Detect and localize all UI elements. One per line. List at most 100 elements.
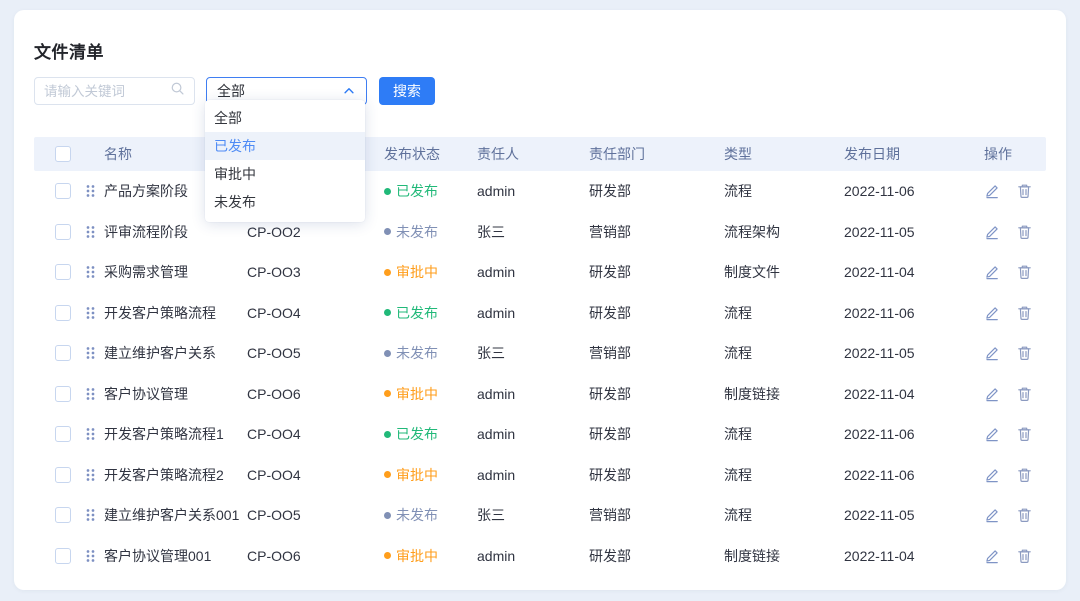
row-checkbox[interactable] [55,305,71,321]
drag-handle-icon[interactable] [74,386,104,402]
delete-button[interactable] [1017,467,1032,483]
delete-button[interactable] [1017,345,1032,361]
status-filter-value: 全部 [217,81,245,101]
drag-handle-icon[interactable] [74,426,104,442]
edit-icon [984,349,1000,364]
delete-button[interactable] [1017,224,1032,240]
table-row: 开发客户策略流程1 CP-OO4 已发布 admin 研发部 流程 2022-1… [34,414,1046,455]
edit-icon [984,471,1000,486]
delete-button[interactable] [1017,386,1032,402]
trash-icon [1017,390,1032,405]
row-checkbox[interactable] [55,345,71,361]
table-row: 建立维护客户关系 CP-OO5 未发布 张三 营销部 流程 2022-11-05 [34,333,1046,374]
drag-handle-icon[interactable] [74,345,104,361]
delete-button[interactable] [1017,264,1032,280]
dropdown-option[interactable]: 全部 [205,104,365,132]
cell-dept: 研发部 [589,303,724,323]
drag-handle-icon[interactable] [74,224,104,240]
edit-button[interactable] [984,386,1000,402]
cell-date: 2022-11-06 [844,426,984,442]
cell-code: CP-OO4 [247,305,384,321]
edit-button[interactable] [984,183,1000,199]
table-row: 采购需求管理 CP-OO3 审批中 admin 研发部 制度文件 2022-11… [34,252,1046,293]
trash-icon [1017,511,1032,526]
keyword-search-field[interactable] [34,77,195,105]
status-badge: 审批中 [384,465,477,485]
select-all-checkbox[interactable] [55,146,71,162]
cell-name: 开发客户策略流程 [104,303,247,323]
edit-icon [984,390,1000,405]
edit-button[interactable] [984,548,1000,564]
trash-icon [1017,430,1032,445]
drag-handle-icon[interactable] [74,183,104,199]
trash-icon [1017,187,1032,202]
search-button[interactable]: 搜索 [379,77,435,105]
delete-button[interactable] [1017,426,1032,442]
dropdown-option[interactable]: 已发布 [205,132,365,160]
edit-button[interactable] [984,345,1000,361]
table-row: 评审流程阶段 CP-OO2 未发布 张三 营销部 流程架构 2022-11-05 [34,212,1046,253]
trash-icon [1017,471,1032,486]
cell-dept: 营销部 [589,343,724,363]
cell-dept: 研发部 [589,465,724,485]
drag-handle-icon[interactable] [74,264,104,280]
drag-handle-icon[interactable] [74,548,104,564]
edit-button[interactable] [984,426,1000,442]
delete-button[interactable] [1017,548,1032,564]
cell-dept: 营销部 [589,505,724,525]
status-dot-icon [384,188,391,195]
row-checkbox[interactable] [55,183,71,199]
cell-person: 张三 [477,343,589,363]
cell-type: 制度文件 [724,262,844,282]
delete-button[interactable] [1017,305,1032,321]
table-row: 产品方案阶段 CP-OO1 已发布 admin 研发部 流程 2022-11-0… [34,171,1046,212]
status-dot-icon [384,269,391,276]
cell-date: 2022-11-06 [844,305,984,321]
cell-name: 客户协议管理001 [104,546,247,566]
dropdown-option[interactable]: 审批中 [205,160,365,188]
drag-handle-icon[interactable] [74,467,104,483]
search-input[interactable] [44,84,170,99]
row-checkbox[interactable] [55,548,71,564]
cell-person: admin [477,305,589,321]
edit-button[interactable] [984,264,1000,280]
cell-code: CP-OO5 [247,507,384,523]
edit-icon [984,228,1000,243]
edit-button[interactable] [984,507,1000,523]
trash-icon [1017,228,1032,243]
edit-button[interactable] [984,224,1000,240]
delete-button[interactable] [1017,183,1032,199]
cell-type: 流程 [724,505,844,525]
table-row: 开发客户策略流程2 CP-OO4 审批中 admin 研发部 流程 2022-1… [34,455,1046,496]
cell-dept: 研发部 [589,262,724,282]
row-checkbox[interactable] [55,507,71,523]
delete-button[interactable] [1017,507,1032,523]
cell-person: admin [477,386,589,402]
dropdown-option[interactable]: 未发布 [205,188,365,216]
edit-button[interactable] [984,305,1000,321]
cell-person: admin [477,467,589,483]
cell-dept: 研发部 [589,424,724,444]
drag-handle-icon[interactable] [74,507,104,523]
status-dot-icon [384,431,391,438]
cell-dept: 研发部 [589,181,724,201]
trash-icon [1017,349,1032,364]
edit-button[interactable] [984,467,1000,483]
cell-name: 评审流程阶段 [104,222,247,242]
cell-code: CP-OO4 [247,426,384,442]
cell-person: admin [477,264,589,280]
row-checkbox[interactable] [55,224,71,240]
table-row: 开发客户策略流程 CP-OO4 已发布 admin 研发部 流程 2022-11… [34,293,1046,334]
drag-handle-icon[interactable] [74,305,104,321]
row-checkbox[interactable] [55,426,71,442]
cell-dept: 研发部 [589,384,724,404]
row-checkbox[interactable] [55,467,71,483]
row-checkbox[interactable] [55,386,71,402]
cell-date: 2022-11-04 [844,386,984,402]
status-dot-icon [384,390,391,397]
cell-name: 客户协议管理 [104,384,247,404]
cell-date: 2022-11-06 [844,183,984,199]
cell-code: CP-OO2 [247,224,384,240]
cell-type: 流程 [724,343,844,363]
row-checkbox[interactable] [55,264,71,280]
